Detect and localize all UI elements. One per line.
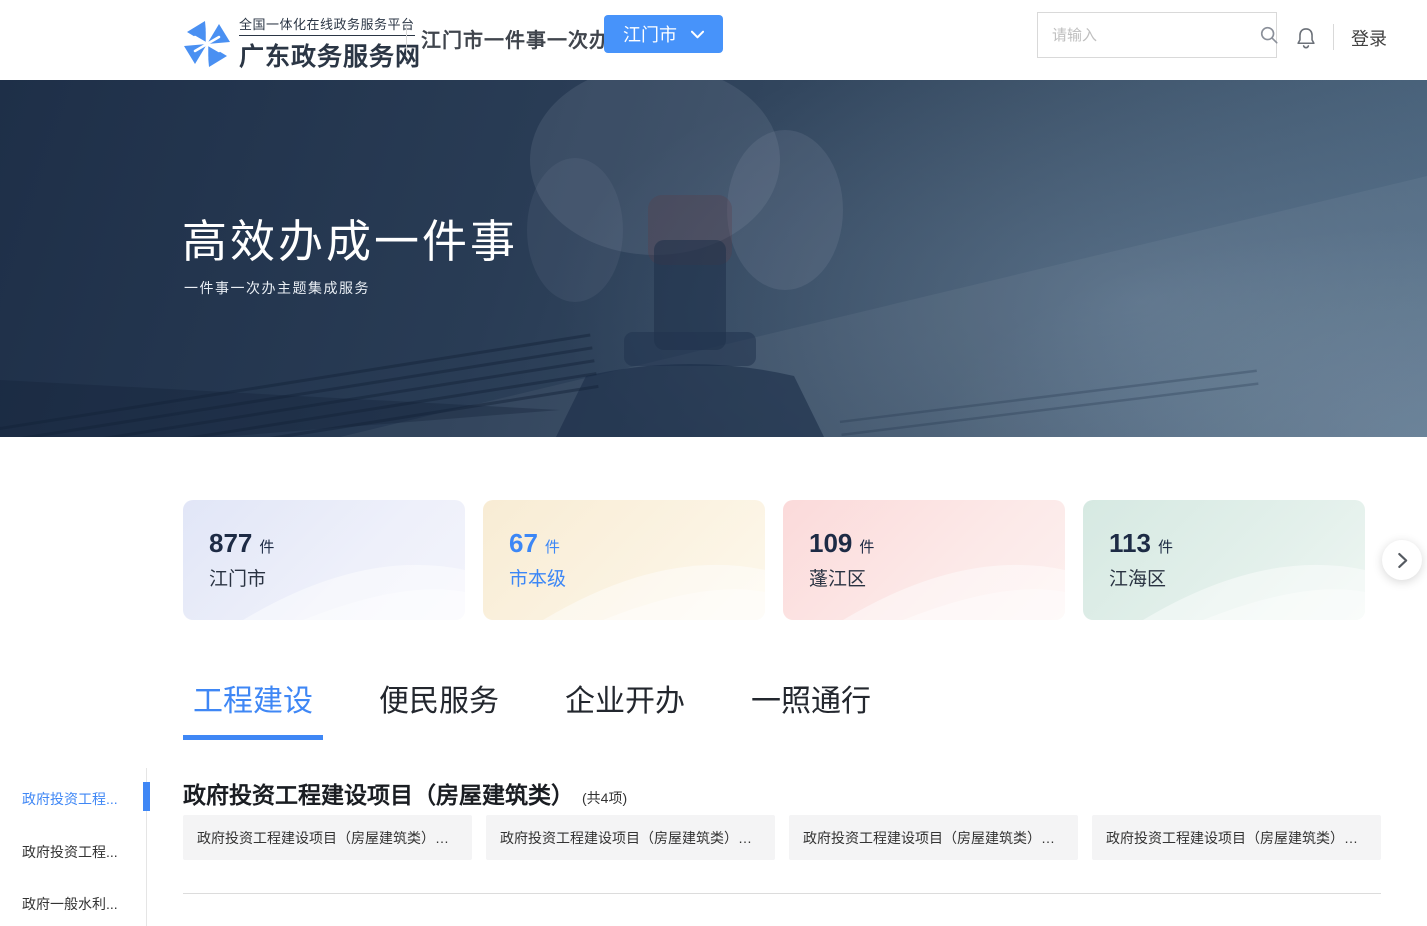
tab-convenience-services[interactable]: 便民服务 <box>369 676 509 740</box>
page: 全国一体化在线政务服务平台 广东政务服务网 江门市一件事一次办 江门市 <box>0 0 1427 926</box>
hero-title: 高效办成一件事 <box>182 205 518 270</box>
stat-label: 市本级 <box>509 564 566 591</box>
chevron-down-icon <box>691 30 704 39</box>
pinwheel-logo-icon <box>182 18 232 70</box>
service-item-engineering[interactable]: 政府投资工程建设项目（房屋建筑类）工程... <box>486 815 775 860</box>
chevron-right-icon <box>1397 552 1408 569</box>
stat-count: 877 件 <box>209 528 274 559</box>
service-item-approval[interactable]: 政府投资工程建设项目（房屋建筑类）立项... <box>183 815 472 860</box>
stat-label: 蓬江区 <box>809 564 866 591</box>
header-divider-2 <box>1333 24 1334 50</box>
stat-label: 江门市 <box>209 564 266 591</box>
tab-business-opening[interactable]: 企业开办 <box>555 676 695 740</box>
stat-label: 江海区 <box>1109 564 1166 591</box>
page-title: 江门市一件事一次办 <box>421 24 610 53</box>
search-button[interactable] <box>1259 13 1279 57</box>
notification-bell-icon[interactable] <box>1295 26 1317 52</box>
stat-count: 109 件 <box>809 528 874 559</box>
section-bottom-divider <box>183 893 1381 894</box>
search-input[interactable] <box>1038 27 1259 44</box>
section-title: 政府投资工程建设项目（房屋建筑类） <box>183 776 574 810</box>
section-item-count: (共4项) <box>582 788 627 808</box>
hero-banner: 高效办成一件事 一件事一次办主题集成服务 <box>0 80 1427 437</box>
section-header: 政府投资工程建设项目（房屋建筑类） (共4项) <box>183 776 627 810</box>
tab-one-license-pass[interactable]: 一照通行 <box>741 676 881 740</box>
stat-card-city-level[interactable]: 67 件 市本级 <box>483 500 765 620</box>
login-link[interactable]: 登录 <box>1351 25 1387 51</box>
service-item-construction[interactable]: 政府投资工程建设项目（房屋建筑类）施工... <box>789 815 1078 860</box>
header-divider <box>406 26 407 56</box>
stat-card-jiangmen[interactable]: 877 件 江门市 <box>183 500 465 620</box>
wave-decoration <box>1083 500 1365 620</box>
stat-count: 67 件 <box>509 528 560 559</box>
stat-count: 113 件 <box>1109 528 1173 559</box>
category-tabs: 工程建设 便民服务 企业开办 一照通行 <box>183 676 927 740</box>
site-logo[interactable]: 全国一体化在线政务服务平台 广东政务服务网 <box>182 14 421 73</box>
wave-decoration <box>783 500 1065 620</box>
region-select-button[interactable]: 江门市 <box>604 15 723 53</box>
sidebar-item-gov-investment-2[interactable]: 政府投资工程... <box>22 842 142 862</box>
wave-decoration <box>183 500 465 620</box>
region-label: 江门市 <box>623 21 677 47</box>
search-box <box>1037 12 1277 58</box>
platform-tagline: 全国一体化在线政务服务平台 <box>239 14 415 36</box>
wave-decoration <box>483 500 765 620</box>
hero-subtitle: 一件事一次办主题集成服务 <box>184 278 370 298</box>
search-icon <box>1259 25 1279 45</box>
stat-card-pengjiang[interactable]: 109 件 蓬江区 <box>783 500 1065 620</box>
logo-text: 全国一体化在线政务服务平台 广东政务服务网 <box>239 14 421 73</box>
tab-engineering-construction[interactable]: 工程建设 <box>183 676 323 740</box>
sidebar-active-indicator <box>143 782 150 811</box>
sidebar-item-gov-water-conservancy[interactable]: 政府一般水利... <box>22 894 142 914</box>
sidebar-item-gov-investment-housing[interactable]: 政府投资工程... <box>22 789 142 809</box>
service-item-completion[interactable]: 政府投资工程建设项目（房屋建筑类）竣工... <box>1092 815 1381 860</box>
site-name: 广东政务服务网 <box>239 37 421 73</box>
header: 全国一体化在线政务服务平台 广东政务服务网 江门市一件事一次办 江门市 <box>0 0 1427 80</box>
carousel-next-button[interactable] <box>1382 540 1422 580</box>
stat-card-jianghai[interactable]: 113 件 江海区 <box>1083 500 1365 620</box>
